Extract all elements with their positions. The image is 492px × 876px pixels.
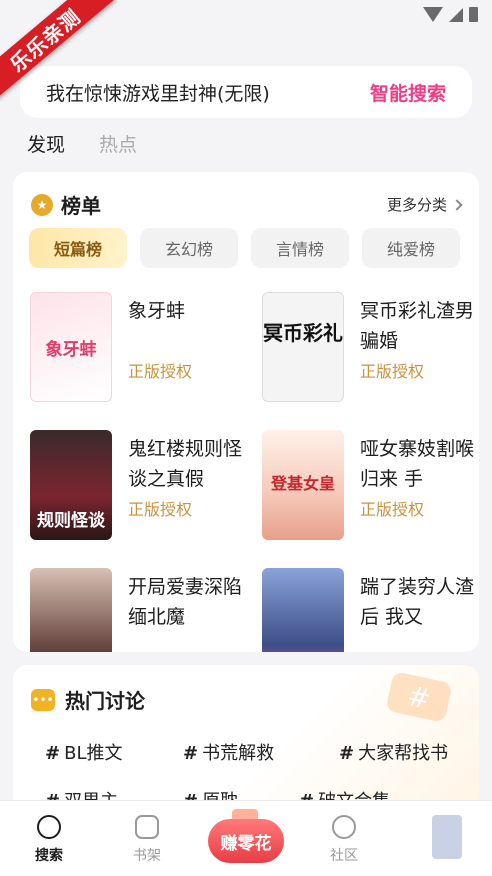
trophy-icon: ★ <box>31 193 53 216</box>
chevron-right-icon <box>451 198 463 211</box>
topic-tag[interactable]: # 书荒解救 <box>183 739 274 765</box>
feed-tabs: 发现 热点 <box>27 130 137 157</box>
book-tag: 正版授权 <box>128 500 193 519</box>
ranking-card: ★ 榜单 更多分类 短篇榜 玄幻榜 言情榜 纯爱榜 象牙蚌 象牙蚌 正版授权 冥… <box>13 172 479 652</box>
book-cover[interactable]: 象牙蚌 <box>30 292 112 402</box>
nav-community[interactable]: 社区 <box>314 815 374 865</box>
book-cover[interactable]: 规则怪谈 <box>30 430 112 540</box>
book-cover[interactable] <box>30 568 112 652</box>
ranking-title: 榜单 <box>61 194 101 218</box>
book-cover[interactable]: 登基女皇 <box>262 430 344 540</box>
book-title[interactable]: 鬼红楼规则怪谈之真假 <box>128 434 260 494</box>
bottom-nav: 搜索 书架 赚零花 社区 <box>0 800 492 876</box>
book-tag: 正版授权 <box>128 362 193 381</box>
search-box[interactable]: 我在惊悚游戏里封神(无限) 智能搜索 <box>20 66 472 118</box>
community-icon <box>332 815 356 839</box>
hot-discussion-header: ••• 热门讨论 <box>31 685 145 714</box>
book-item[interactable]: 冥币彩礼 冥币彩礼渣男骗婚 正版授权 <box>262 292 479 404</box>
book-title[interactable]: 哑女寨妓割喉归来 手 <box>360 434 479 494</box>
category-fantasy[interactable]: 玄幻榜 <box>140 228 238 268</box>
category-romance[interactable]: 言情榜 <box>251 228 349 268</box>
topic-tag[interactable]: # 大家帮找书 <box>339 739 448 765</box>
more-categories-label: 更多分类 <box>386 196 447 214</box>
book-tag: 正版授权 <box>360 500 425 519</box>
battery-icon <box>469 7 478 22</box>
nav-label: 搜索 <box>35 848 63 864</box>
topic-tag[interactable]: # BL推文 <box>45 739 122 765</box>
signal-icon <box>449 7 463 22</box>
category-row: 短篇榜 玄幻榜 言情榜 纯爱榜 <box>29 228 460 268</box>
book-title[interactable]: 冥币彩礼渣男骗婚 <box>360 296 479 356</box>
status-icons <box>423 7 478 22</box>
hot-discussion-title: 热门讨论 <box>65 689 145 713</box>
search-query[interactable]: 我在惊悚游戏里封神(无限) <box>46 79 270 106</box>
nav-label: 书架 <box>133 848 161 864</box>
book-title[interactable]: 踹了装穷人渣后 我又 <box>360 572 479 632</box>
floating-thumbnail[interactable] <box>432 815 462 859</box>
hashtag-decoration-icon: # <box>385 671 453 723</box>
more-categories-link[interactable]: 更多分类 <box>386 194 463 215</box>
book-title[interactable]: 象牙蚌 <box>128 296 260 326</box>
nav-earn-button[interactable]: 赚零花 <box>208 819 284 863</box>
category-short[interactable]: 短篇榜 <box>29 228 127 268</box>
category-bl[interactable]: 纯爱榜 <box>362 228 460 268</box>
book-item[interactable]: 踹了装穷人渣后 我又 <box>262 568 479 652</box>
ranking-header: ★ 榜单 更多分类 <box>31 190 463 219</box>
search-nav-icon <box>37 815 61 839</box>
book-item[interactable]: 开局爱妻深陷缅北魔 <box>30 568 262 652</box>
cover-title: 规则怪谈 <box>37 511 105 531</box>
book-item[interactable]: 象牙蚌 象牙蚌 正版授权 <box>30 292 262 404</box>
book-tag: 正版授权 <box>360 362 425 381</box>
cover-title: 登基女皇 <box>270 474 335 493</box>
book-icon <box>135 815 159 839</box>
nav-bookshelf[interactable]: 书架 <box>117 815 177 865</box>
book-item[interactable]: 规则怪谈 鬼红楼规则怪谈之真假 正版授权 <box>30 430 262 542</box>
cover-title: 象牙蚌 <box>45 340 97 360</box>
wifi-icon <box>423 7 443 22</box>
nav-label: 社区 <box>330 848 358 864</box>
book-title[interactable]: 开局爱妻深陷缅北魔 <box>128 572 260 632</box>
smart-search-button[interactable]: 智能搜索 <box>370 79 446 106</box>
book-cover[interactable] <box>262 568 344 652</box>
book-item[interactable]: 登基女皇 哑女寨妓割喉归来 手 正版授权 <box>262 430 479 542</box>
nav-search[interactable]: 搜索 <box>19 815 79 865</box>
chat-icon: ••• <box>31 688 55 711</box>
tab-hot[interactable]: 热点 <box>99 130 137 157</box>
tab-discover[interactable]: 发现 <box>27 130 65 157</box>
cover-title: 冥币彩礼 <box>263 321 343 345</box>
book-cover[interactable]: 冥币彩礼 <box>262 292 344 402</box>
